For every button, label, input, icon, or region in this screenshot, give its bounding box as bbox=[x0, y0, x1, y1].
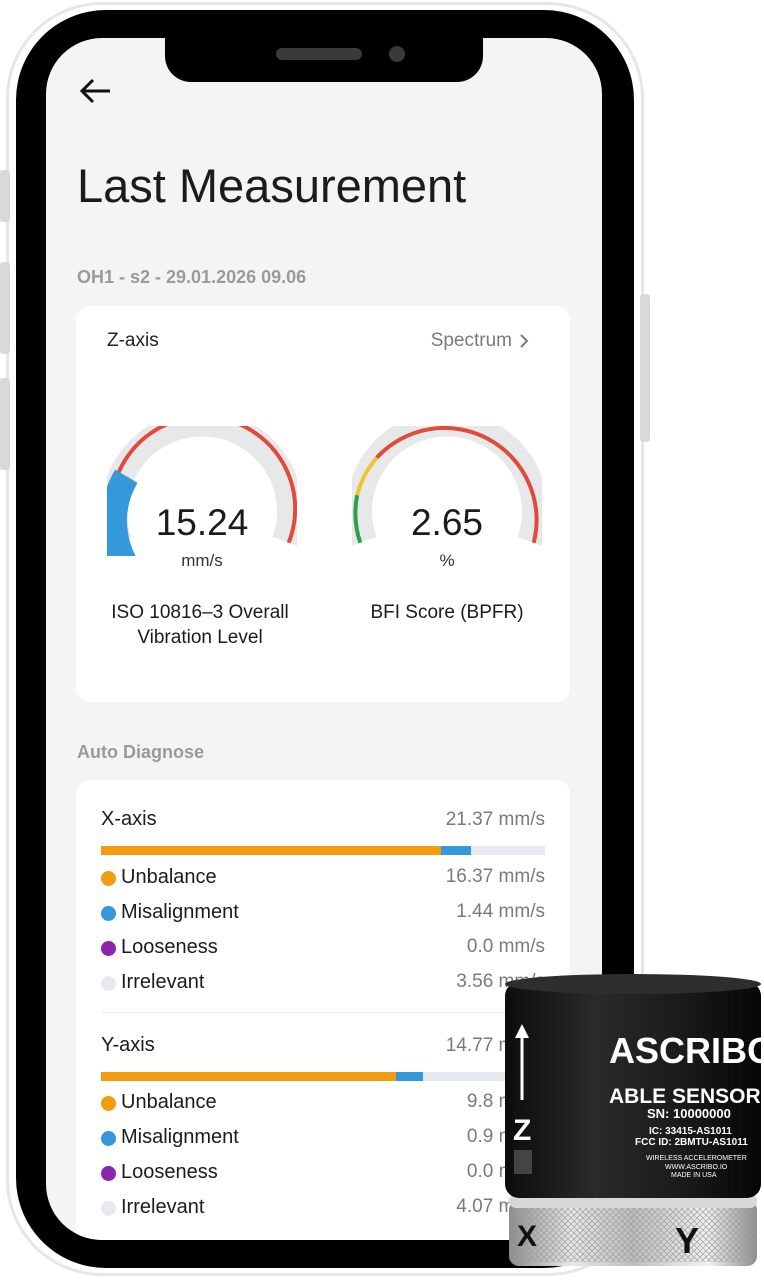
sensor-body bbox=[505, 974, 761, 1266]
gauge-unit: % bbox=[439, 551, 455, 570]
sensor-desc: MADE IN USA bbox=[671, 1172, 717, 1179]
axis-label: Z-axis bbox=[107, 330, 159, 351]
gauge-caption: BFI Score (BPFR) bbox=[327, 600, 567, 625]
back-arrow-icon[interactable] bbox=[78, 76, 114, 106]
looseness-dot-icon bbox=[101, 1166, 116, 1181]
sensor-ic: IC: 33415-AS1011 bbox=[649, 1126, 732, 1137]
diag-row-label: Unbalance bbox=[121, 1091, 217, 1113]
diag-row-label: Irrelevant bbox=[121, 971, 205, 993]
diag-row-label: Unbalance bbox=[121, 866, 217, 888]
measurement-subtitle: OH1 - s2 - 29.01.2026 09.06 bbox=[77, 267, 307, 287]
diag-row-looseness: Looseness 0.0 mm/s bbox=[101, 1161, 545, 1187]
bar-segment-misalignment bbox=[441, 846, 472, 855]
sensor-axis-y-label: Y bbox=[675, 1220, 700, 1261]
diag-axis-name: X-axis bbox=[101, 808, 157, 830]
sensor-desc: WWW.ASCRIBO.IO bbox=[665, 1164, 728, 1171]
gauge-caption-line: ISO 10816–3 Overall bbox=[111, 602, 289, 623]
diag-row-label: Misalignment bbox=[121, 901, 239, 923]
auto-diagnose-title: Auto Diagnose bbox=[77, 742, 205, 762]
diag-row-value: 0.0 mm/s bbox=[466, 936, 545, 957]
phone-mute-switch bbox=[0, 170, 10, 222]
unbalance-dot-icon bbox=[101, 1096, 116, 1111]
diag-row-unbalance: Unbalance 9.8 mm/s bbox=[101, 1091, 545, 1117]
sensor-fcc: FCC ID: 2BMTU-AS1011 bbox=[635, 1137, 748, 1148]
diag-axis-name: Y-axis bbox=[101, 1034, 155, 1056]
page-title: Last Measurement bbox=[77, 159, 467, 212]
diag-row-value: 16.37 mm/s bbox=[445, 866, 545, 887]
ascribo-sensor-image: ASCRIBO ABLE SENSOR SN: 10000000 IC: 334… bbox=[505, 972, 764, 1272]
gauge-caption-line: Vibration Level bbox=[137, 627, 263, 648]
diag-row-label: Looseness bbox=[121, 1161, 218, 1183]
divider bbox=[101, 1012, 545, 1013]
looseness-dot-icon bbox=[101, 941, 116, 956]
diag-stacked-bar bbox=[101, 1072, 545, 1081]
misalignment-dot-icon bbox=[101, 906, 116, 921]
sensor-desc: WIRELESS ACCELEROMETER bbox=[646, 1155, 747, 1162]
diag-row-label: Irrelevant bbox=[121, 1196, 205, 1218]
gauge-unit: mm/s bbox=[181, 551, 223, 570]
sensor-serial: SN: 10000000 bbox=[647, 1106, 731, 1121]
phone-power-button bbox=[640, 294, 650, 442]
phone-volume-up-button bbox=[0, 262, 10, 354]
irrelevant-dot-icon bbox=[101, 976, 116, 991]
phone-notch bbox=[165, 38, 483, 82]
speaker-grille bbox=[276, 48, 362, 60]
gauge-caption: ISO 10816–3 Overall Vibration Level bbox=[80, 600, 320, 650]
diag-row-unbalance: Unbalance 16.37 mm/s bbox=[101, 866, 545, 892]
bar-segment-misalignment bbox=[395, 1072, 423, 1081]
bar-segment-unbalance bbox=[101, 846, 442, 855]
front-camera bbox=[389, 46, 405, 62]
chevron-right-icon[interactable] bbox=[518, 334, 530, 348]
phone-volume-down-button bbox=[0, 378, 10, 470]
diag-row-irrelevant: Irrelevant 3.56 mm/s bbox=[101, 971, 545, 997]
diag-row-value: 1.44 mm/s bbox=[456, 901, 545, 922]
diag-row-label: Looseness bbox=[121, 936, 218, 958]
misalignment-dot-icon bbox=[101, 1131, 116, 1146]
unbalance-dot-icon bbox=[101, 871, 116, 886]
gauge-value: 2.65 bbox=[410, 502, 483, 543]
diag-row-irrelevant: Irrelevant 4.07 mm/s bbox=[101, 1196, 545, 1222]
diag-row-misalignment: Misalignment 1.44 mm/s bbox=[101, 901, 545, 927]
diag-axis-total: 21.37 mm/s bbox=[445, 809, 545, 830]
bar-segment-unbalance bbox=[101, 1072, 396, 1081]
spectrum-link[interactable]: Spectrum bbox=[431, 330, 512, 352]
bar-segment-irrelevant bbox=[471, 846, 545, 855]
diag-row-label: Misalignment bbox=[121, 1126, 239, 1148]
sensor-brand: ASCRIBO bbox=[609, 1030, 764, 1071]
measurement-card: Z-axis Spectrum 15.24 mm/s ISO 10816–3 O… bbox=[76, 306, 570, 702]
diag-row-looseness: Looseness 0.0 mm/s bbox=[101, 936, 545, 962]
sensor-axis-z-label: Z bbox=[513, 1114, 532, 1147]
gauge-value: 15.24 bbox=[155, 502, 249, 543]
diag-stacked-bar bbox=[101, 846, 545, 855]
gauge-caption-line: BFI Score (BPFR) bbox=[370, 602, 524, 623]
diag-row-misalignment: Misalignment 0.9 mm/s bbox=[101, 1126, 545, 1152]
auto-diagnose-card: X-axis 21.37 mm/s Unbalance 16.37 mm/s M… bbox=[76, 780, 570, 1240]
sensor-axis-x-label: X bbox=[517, 1220, 538, 1253]
irrelevant-dot-icon bbox=[101, 1201, 116, 1216]
